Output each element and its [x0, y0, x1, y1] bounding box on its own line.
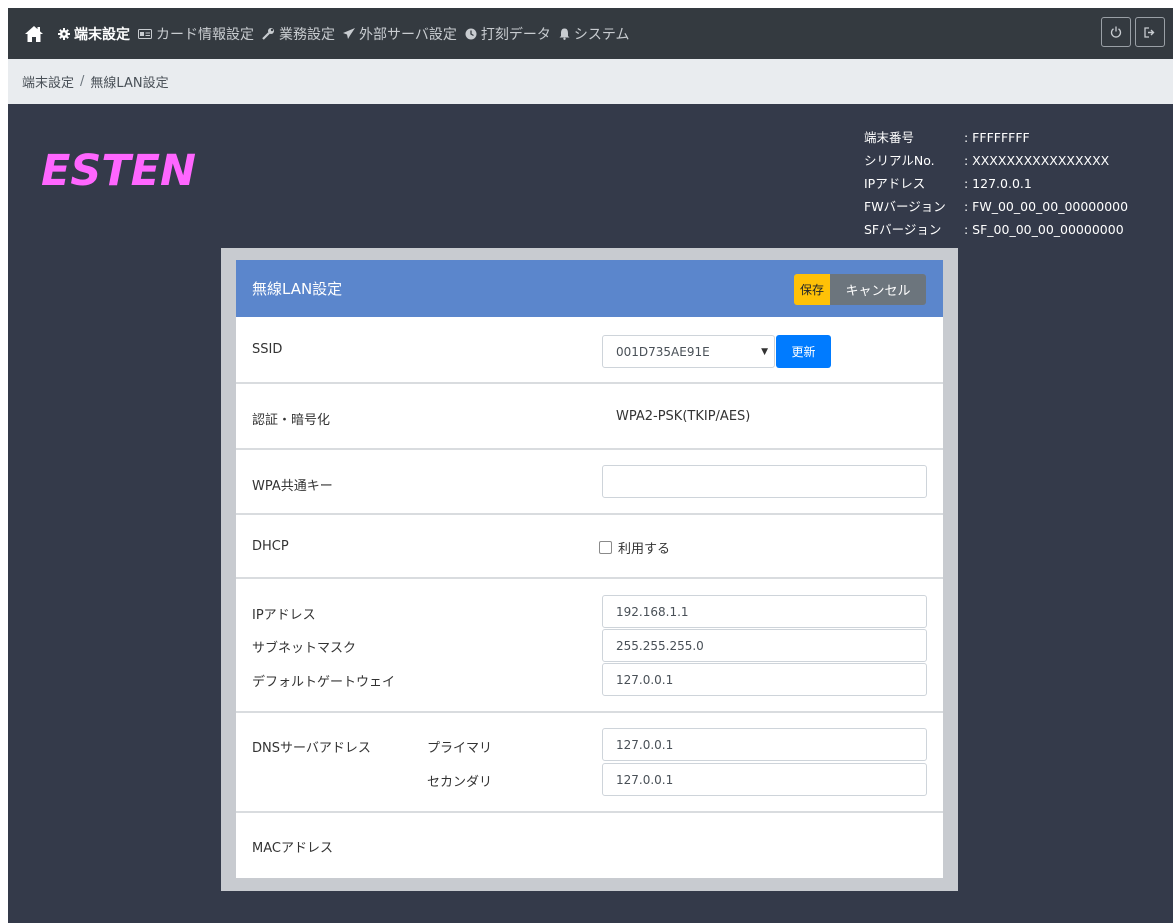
device-info-row: IPアドレス : 127.0.0.1 — [864, 172, 1128, 195]
dns-settings-row: DNSサーバアドレス プライマリ 127.0.0.1 セカンダリ 127.0.0… — [236, 713, 943, 813]
device-info-row: SFバージョン : SF_00_00_00_00000000 — [864, 218, 1128, 241]
device-info: 端末番号 : FFFFFFFF シリアルNo. : XXXXXXXXXXXXXXXX… — [864, 126, 1128, 241]
nav-item-external-server[interactable]: 外部サーバ設定 — [343, 24, 457, 44]
nav-item-label: 端末設定 — [74, 26, 130, 43]
update-button[interactable]: 更新 — [776, 335, 831, 368]
nav-item-terminal-settings[interactable]: 端末設定 — [58, 24, 130, 44]
ssid-label: SSID — [252, 342, 283, 357]
dns-primary-label: プライマリ — [427, 741, 493, 756]
settings-panel-frame: 無線LAN設定 保存 キャンセル SSID 001D735AE91E ▼ 更新 … — [221, 248, 958, 891]
cancel-button[interactable]: キャンセル — [830, 274, 926, 305]
dhcp-row: DHCP 利用する — [236, 515, 943, 579]
nav-item-punch-data[interactable]: 打刻データ — [465, 24, 551, 44]
wpa-key-label: WPA共通キー — [252, 479, 333, 494]
panel-title: 無線LAN設定 — [252, 280, 343, 298]
breadcrumb-separator: / — [80, 74, 85, 89]
nav-item-system[interactable]: システム — [559, 24, 630, 44]
dns-primary-input[interactable]: 127.0.0.1 — [602, 728, 927, 761]
auth-label: 認証・暗号化 — [252, 413, 331, 428]
nav-right-group — [1101, 17, 1165, 47]
default-gateway-label: デフォルトゲートウェイ — [252, 675, 396, 690]
save-button[interactable]: 保存 — [794, 274, 830, 305]
breadcrumb-current: 無線LAN設定 — [90, 76, 169, 91]
device-info-key: FWバージョン — [864, 199, 946, 214]
dns-secondary-input[interactable]: 127.0.0.1 — [602, 763, 927, 796]
device-info-value: : 127.0.0.1 — [964, 176, 1032, 191]
device-info-value: : FFFFFFFF — [964, 130, 1030, 145]
device-info-key: 端末番号 — [864, 130, 915, 145]
wireless-lan-panel: 無線LAN設定 保存 キャンセル SSID 001D735AE91E ▼ 更新 … — [236, 260, 943, 878]
send-icon — [343, 28, 355, 39]
nav-item-label: 外部サーバ設定 — [359, 26, 457, 43]
ip-address-label: IPアドレス — [252, 608, 316, 623]
logout-icon — [1144, 23, 1156, 42]
device-info-value: : SF_00_00_00_00000000 — [964, 222, 1124, 237]
brand-logo: ESTEN — [41, 146, 197, 196]
subnet-mask-input[interactable]: 255.255.255.0 — [602, 629, 927, 662]
clock-icon — [465, 28, 477, 40]
home-icon[interactable] — [18, 18, 50, 50]
nav-item-label: 業務設定 — [279, 26, 335, 43]
ssid-row: SSID 001D735AE91E ▼ 更新 — [236, 317, 943, 384]
ssid-select[interactable]: 001D735AE91E ▼ — [602, 335, 775, 368]
breadcrumb: 端末設定 / 無線LAN設定 — [8, 59, 1173, 104]
panel-header-buttons: 保存 キャンセル — [794, 274, 926, 305]
breadcrumb-parent[interactable]: 端末設定 — [22, 72, 74, 91]
device-info-row: 端末番号 : FFFFFFFF — [864, 126, 1128, 149]
app-frame: 端末設定 カード情報設定 業務設定 外部サーバ設定 打刻データ システム 端末設… — [8, 8, 1173, 923]
nav-item-label: システム — [573, 26, 630, 43]
dns-secondary-label: セカンダリ — [427, 775, 493, 790]
ip-settings-row: IPアドレス 192.168.1.1 サブネットマスク 255.255.255.… — [236, 579, 943, 713]
panel-header: 無線LAN設定 保存 キャンセル — [236, 260, 943, 317]
subnet-mask-label: サブネットマスク — [252, 641, 357, 656]
wrench-icon — [262, 27, 275, 40]
logout-button[interactable] — [1135, 17, 1165, 47]
auth-value: WPA2-PSK(TKIP/AES) — [616, 409, 751, 424]
auth-row: 認証・暗号化 WPA2-PSK(TKIP/AES) — [236, 384, 943, 450]
gear-icon — [58, 27, 70, 40]
bell-icon — [559, 28, 570, 40]
ip-address-input[interactable]: 192.168.1.1 — [602, 595, 927, 628]
mac-address-label: MACアドレス — [252, 841, 333, 856]
dhcp-label: DHCP — [252, 539, 289, 554]
nav-item-business-settings[interactable]: 業務設定 — [262, 24, 335, 44]
chevron-down-icon: ▼ — [761, 347, 768, 357]
device-info-key: シリアルNo. — [864, 153, 935, 168]
device-info-value: : XXXXXXXXXXXXXXXX — [964, 153, 1110, 168]
dhcp-checkbox-wrapper[interactable]: 利用する — [599, 538, 670, 557]
device-info-key: SFバージョン — [864, 222, 942, 237]
nav-item-label: 打刻データ — [480, 26, 551, 43]
nav-item-card-settings[interactable]: カード情報設定 — [138, 24, 254, 44]
mac-address-row: MACアドレス — [236, 813, 943, 873]
card-icon — [138, 28, 152, 39]
dns-server-label: DNSサーバアドレス — [252, 741, 371, 756]
top-navbar: 端末設定 カード情報設定 業務設定 外部サーバ設定 打刻データ システム — [8, 8, 1173, 59]
device-info-row: シリアルNo. : XXXXXXXXXXXXXXXX — [864, 149, 1128, 172]
nav-item-label: カード情報設定 — [156, 26, 254, 43]
default-gateway-input[interactable]: 127.0.0.1 — [602, 663, 927, 696]
device-info-value: : FW_00_00_00_00000000 — [964, 199, 1129, 214]
power-icon — [1110, 23, 1122, 42]
dhcp-checkbox[interactable] — [599, 541, 612, 554]
dhcp-checkbox-label: 利用する — [618, 542, 671, 557]
power-button[interactable] — [1101, 17, 1131, 47]
wpa-key-row: WPA共通キー — [236, 450, 943, 515]
device-info-key: IPアドレス — [864, 176, 926, 191]
wpa-key-input[interactable] — [602, 465, 927, 498]
ssid-selected-value: 001D735AE91E — [616, 344, 710, 359]
device-info-row: FWバージョン : FW_00_00_00_00000000 — [864, 195, 1128, 218]
